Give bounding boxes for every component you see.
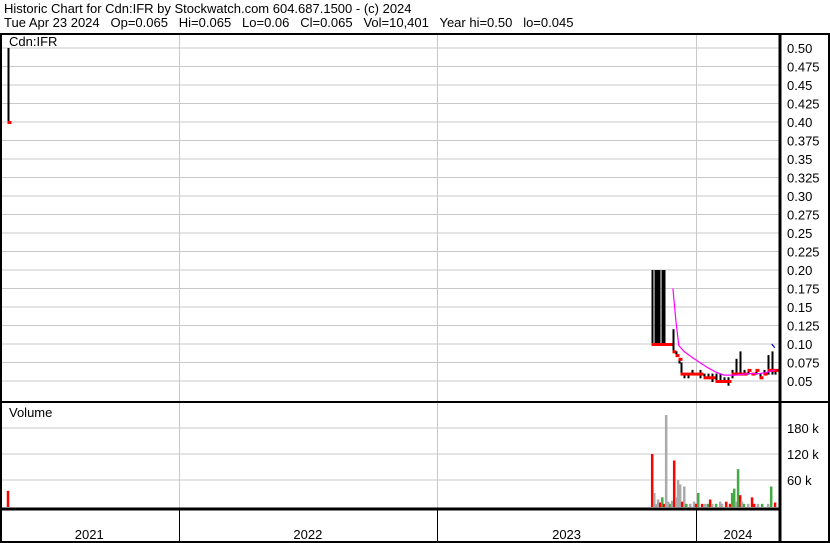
year-label: 2023 [552, 527, 581, 542]
close-tick [703, 376, 708, 380]
volume-bar [773, 502, 777, 507]
volume-bar [700, 503, 704, 507]
volume-bar [756, 503, 760, 507]
volume-bar [752, 503, 756, 507]
close-tick [687, 372, 692, 376]
price-tick-label: 0.45 [787, 78, 812, 93]
chart-canvas: 0.50 0.475 0.45 0.425 0.40 0.375 0.35 0.325 0.30… [0, 33, 830, 543]
price-tick-label: 0.20 [787, 263, 812, 278]
price-panel-title: Cdn:IFR [9, 34, 57, 49]
price-tick-label: 0.30 [787, 189, 812, 204]
year-label: 2024 [723, 527, 752, 542]
price-tick-label: 0.375 [787, 134, 820, 149]
volume-panel-title: Volume [9, 405, 52, 420]
volume-bar [746, 503, 750, 507]
price-tick-label: 0.275 [787, 208, 820, 223]
volume-bar [703, 503, 707, 507]
close-tick [675, 354, 680, 358]
volume-tick-label: 60 k [787, 473, 812, 488]
price-tick-label: 0.25 [787, 226, 812, 241]
volume-bar [710, 503, 714, 507]
close-tick [7, 121, 12, 124]
close-tick [759, 376, 764, 380]
year-label: 2021 [75, 527, 104, 542]
close-tick [715, 380, 720, 383]
volume-bar [714, 503, 718, 507]
moving-average-2-line [771, 343, 776, 349]
price-tick-label: 0.175 [787, 282, 820, 297]
price-tick-label: 0.10 [787, 337, 812, 352]
price-tick-label: 0.425 [787, 97, 820, 112]
close-tick [691, 372, 696, 376]
volume-bar [742, 503, 746, 507]
price-tick-label: 0.125 [787, 319, 820, 334]
stock-chart: Historic Chart for Cdn:IFR by Stockwatch… [0, 0, 830, 543]
volume-bar [664, 415, 668, 507]
volume-bar [724, 501, 728, 507]
price-tick-label: 0.325 [787, 171, 820, 186]
close-tick [723, 380, 728, 383]
close-tick [695, 372, 700, 376]
volume-bar [696, 493, 700, 507]
close-tick [755, 368, 760, 372]
close-tick [707, 376, 712, 380]
close-tick [678, 357, 683, 361]
price-tick-label: 0.50 [787, 41, 812, 56]
volume-bar [760, 503, 764, 507]
volume-bar [685, 503, 688, 507]
price-tick-label: 0.05 [787, 374, 812, 389]
price-tick-label: 0.15 [787, 300, 812, 315]
close-tick [747, 368, 752, 372]
price-tick-label: 0.225 [787, 245, 820, 260]
price-tick-label: 0.475 [787, 60, 820, 75]
price-tick-label: 0.40 [787, 115, 812, 130]
close-tick [774, 368, 779, 372]
year-label: 2022 [293, 527, 322, 542]
price-tick-label: 0.35 [787, 152, 812, 167]
close-tick [719, 380, 724, 383]
close-tick [727, 380, 732, 383]
volume-tick-label: 180 k [787, 421, 819, 436]
volume-bar [688, 503, 692, 507]
volume-bar [766, 503, 770, 507]
volume-bar [769, 486, 773, 507]
volume-tick-label: 120 k [787, 447, 819, 462]
close-tick [699, 372, 704, 376]
close-tick [711, 376, 716, 380]
volume-bar [720, 503, 724, 507]
volume-bar [6, 490, 10, 507]
price-tick-label: 0.075 [787, 356, 820, 371]
close-tick [683, 372, 688, 376]
